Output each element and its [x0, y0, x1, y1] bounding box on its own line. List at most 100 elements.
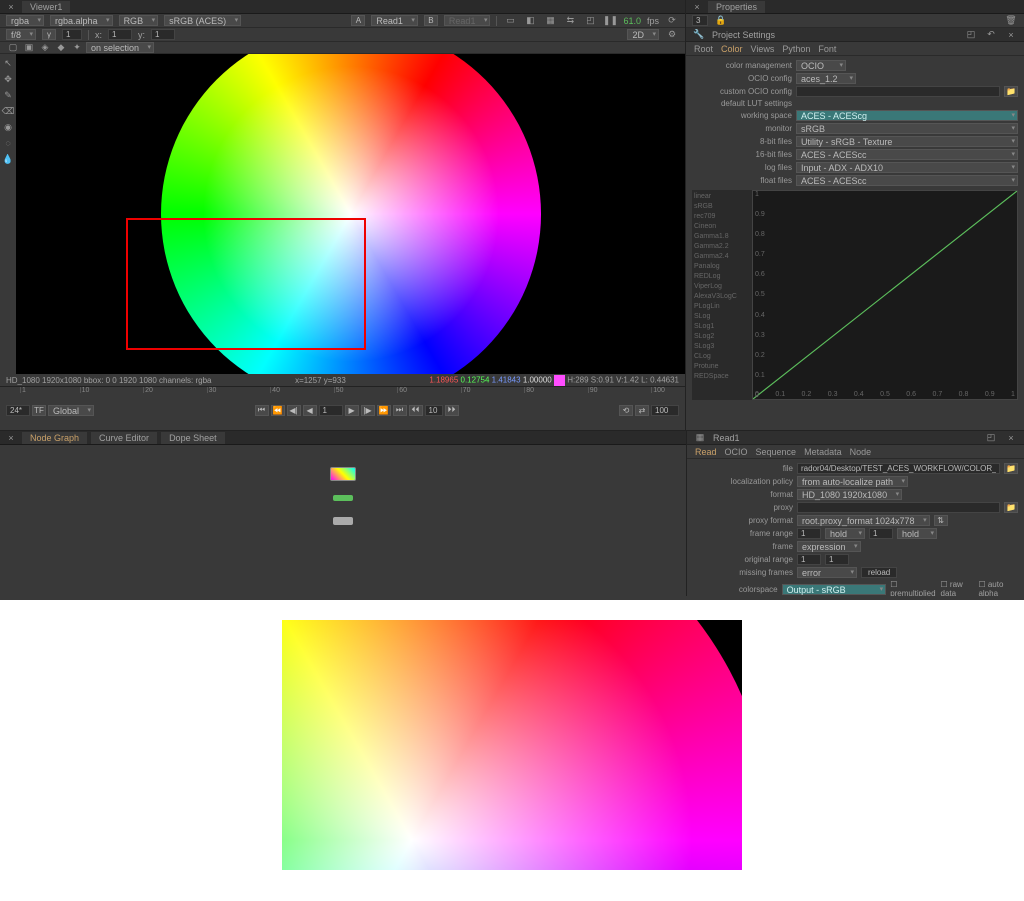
lock-icon[interactable]: 🔒 — [714, 14, 728, 28]
play-fwd-icon[interactable]: ▶ — [345, 405, 359, 416]
pointer-icon[interactable]: ↖ — [1, 56, 15, 70]
raw-checkbox[interactable]: ☐ raw data — [941, 580, 975, 596]
tab-node[interactable]: Node — [850, 447, 872, 457]
grid-icon[interactable]: ▦ — [543, 14, 557, 28]
input-a-button[interactable]: A — [351, 15, 365, 26]
x-input[interactable] — [108, 29, 132, 40]
skip-fwd-icon[interactable]: ⏵⏵ — [445, 405, 459, 416]
channels-select[interactable]: rgba — [6, 15, 44, 26]
tab-read[interactable]: Read — [695, 447, 717, 457]
current-frame-input[interactable] — [319, 405, 343, 416]
tab-views[interactable]: Views — [751, 44, 775, 54]
viewer-node[interactable] — [333, 517, 353, 525]
revert-icon[interactable]: ↶ — [984, 28, 998, 42]
tab-node-graph[interactable]: Node Graph — [22, 432, 87, 444]
refresh-icon[interactable]: ⟳ — [665, 14, 679, 28]
colorspace-node[interactable] — [333, 495, 353, 501]
proxy-input[interactable] — [797, 502, 1000, 513]
tf-button[interactable]: TF — [32, 405, 46, 416]
next-key-icon[interactable]: |▶ — [361, 405, 375, 416]
before-select[interactable]: hold — [825, 528, 865, 539]
tab-font[interactable]: Font — [818, 44, 836, 54]
loop-icon[interactable]: ⟲ — [619, 405, 633, 416]
move-icon[interactable]: ✥ — [1, 72, 15, 86]
folder-icon[interactable]: 📁 — [1004, 463, 1018, 474]
localization-select[interactable]: from auto-localize path — [797, 476, 908, 487]
dropper-icon[interactable]: 💧 — [1, 152, 15, 166]
alpha-select[interactable]: rgba.alpha — [50, 15, 113, 26]
proxy-format-select[interactable]: root.proxy_format 1024x778 — [797, 515, 930, 526]
colorspace-select[interactable]: Output - sRGB — [782, 584, 887, 595]
tool-icon-4[interactable]: ◆ — [54, 41, 68, 55]
read-node[interactable] — [330, 467, 356, 481]
close-icon[interactable]: × — [690, 0, 704, 14]
step-fwd-icon[interactable]: ⏩ — [377, 405, 391, 416]
viewer-canvas[interactable] — [16, 54, 685, 374]
viewer-tab[interactable]: Viewer1 — [22, 1, 70, 13]
node-graph-canvas[interactable] — [0, 445, 686, 556]
tab-ocio[interactable]: OCIO — [725, 447, 748, 457]
float-icon[interactable]: ◰ — [964, 28, 978, 42]
gear-icon[interactable]: ⚙ — [665, 28, 679, 42]
clone-icon[interactable]: ◉ — [1, 120, 15, 134]
mon-select[interactable]: sRGB — [796, 123, 1018, 134]
tab-python[interactable]: Python — [782, 44, 810, 54]
tool-icon-5[interactable]: ✦ — [70, 41, 84, 55]
range-end-input[interactable] — [651, 405, 679, 416]
lut-list[interactable]: linearsRGBrec709CineonGamma1.8Gamma2.2Ga… — [692, 190, 752, 400]
mode-2d-select[interactable]: 2D — [627, 29, 659, 40]
roi-icon[interactable]: ◰ — [583, 14, 597, 28]
file-input[interactable] — [797, 463, 1000, 474]
tab-sequence[interactable]: Sequence — [756, 447, 797, 457]
log-select[interactable]: Input - ADX - ADX10 — [796, 162, 1018, 173]
float-icon[interactable]: ◰ — [984, 431, 998, 445]
range-end-input[interactable] — [869, 528, 893, 539]
eraser-icon[interactable]: ⌫ — [1, 104, 15, 118]
close-panel-icon[interactable]: × — [1004, 28, 1018, 42]
brush-icon[interactable]: ✎ — [1, 88, 15, 102]
project-settings-header[interactable]: 🔧 Project Settings ◰ ↶ × — [686, 28, 1024, 42]
orig-end-input[interactable] — [825, 554, 849, 565]
missing-select[interactable]: error — [797, 567, 857, 578]
skip-input[interactable] — [425, 405, 443, 416]
close-icon[interactable]: × — [4, 0, 18, 14]
step-back-icon[interactable]: ⏪ — [271, 405, 285, 416]
clip-icon[interactable]: ◧ — [523, 14, 537, 28]
gamma-input[interactable] — [62, 29, 82, 40]
flt-select[interactable]: ACES - ACEScc — [796, 175, 1018, 186]
bin-count-input[interactable] — [692, 15, 708, 26]
folder-icon[interactable]: 📁 — [1004, 502, 1018, 513]
tool-icon-3[interactable]: ◈ — [38, 41, 52, 55]
ws-select[interactable]: ACES - ACEScg — [796, 110, 1018, 121]
input-b-button[interactable]: B — [424, 15, 438, 26]
close-icon[interactable]: × — [4, 431, 18, 445]
goto-start-icon[interactable]: ⏮ — [255, 405, 269, 416]
b8-select[interactable]: Utility - sRGB - Texture — [796, 136, 1018, 147]
play-back-icon[interactable]: ◀ — [303, 405, 317, 416]
timeline-ruler[interactable]: 1102030405060708090100 — [0, 387, 685, 403]
goto-end-icon[interactable]: ⏭ — [393, 405, 407, 416]
after-select[interactable]: hold — [897, 528, 937, 539]
frame-mode-select[interactable]: expression — [797, 541, 861, 552]
properties-tab[interactable]: Properties — [708, 1, 765, 13]
tab-dope-sheet[interactable]: Dope Sheet — [161, 432, 225, 444]
gamma-toggle[interactable]: γ — [42, 29, 56, 40]
premult-checkbox[interactable]: ☐ premultiplied — [890, 580, 936, 596]
fstop-select[interactable]: f/8 — [6, 29, 36, 40]
bounce-icon[interactable]: ⇄ — [635, 405, 649, 416]
reload-button[interactable]: reload — [861, 567, 897, 578]
tab-metadata[interactable]: Metadata — [804, 447, 842, 457]
range-start-input[interactable] — [797, 528, 821, 539]
colorspace-select[interactable]: sRGB (ACES) — [164, 15, 241, 26]
format-select[interactable]: HD_1080 1920x1080 — [797, 489, 902, 500]
ocfg-select[interactable]: aces_1.2 — [796, 73, 856, 84]
tool-icon-2[interactable]: ▣ — [22, 41, 36, 55]
autoalpha-checkbox[interactable]: ☐ auto alpha — [978, 580, 1018, 596]
close-panel-icon[interactable]: × — [1004, 431, 1018, 445]
tab-color[interactable]: Color — [721, 44, 743, 54]
tab-curve-editor[interactable]: Curve Editor — [91, 432, 157, 444]
read-panel-header[interactable]: ▦ Read1 ◰ × — [687, 431, 1024, 445]
input-a-select[interactable]: Read1 — [371, 15, 418, 26]
prev-key-icon[interactable]: ◀| — [287, 405, 301, 416]
roi-rectangle[interactable] — [126, 218, 366, 350]
